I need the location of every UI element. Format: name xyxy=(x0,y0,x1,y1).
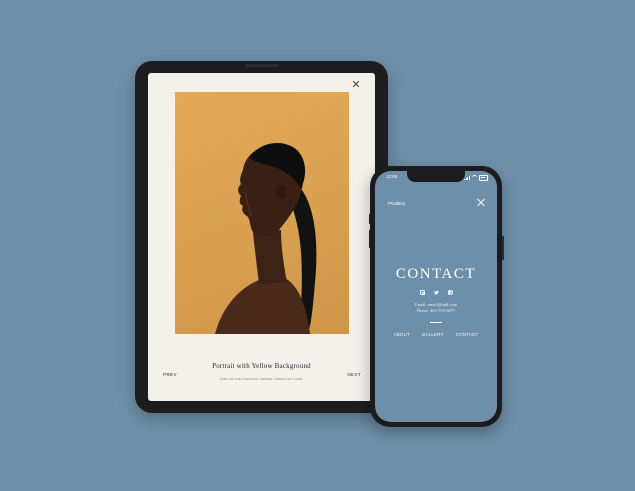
tablet-camera xyxy=(245,64,279,67)
contact-screen: 12:00 PGallery CONTACT Email: email@add.… xyxy=(375,171,497,422)
page-title: CONTACT xyxy=(395,266,477,282)
nav-menu: ABOUT GALLERY CONTACT xyxy=(375,332,497,337)
facebook-icon[interactable] xyxy=(447,290,453,295)
phone-device: 12:00 PGallery CONTACT Email: email@add.… xyxy=(368,166,504,427)
photo-title: Portrait with Yellow Background xyxy=(212,362,311,370)
menu-item-gallery[interactable]: GALLERY xyxy=(422,332,444,337)
brand-logo[interactable]: PGallery xyxy=(388,201,405,206)
wifi-icon xyxy=(472,175,477,180)
close-menu-icon[interactable] xyxy=(476,197,486,207)
close-icon[interactable]: ✕ xyxy=(349,78,363,92)
divider xyxy=(430,322,442,323)
contact-email: Email: email@add.com xyxy=(415,302,457,307)
portrait-photo xyxy=(175,92,349,334)
phone-notch xyxy=(407,171,465,182)
power-button xyxy=(502,236,504,260)
social-links xyxy=(375,290,497,296)
menu-item-about[interactable]: ABOUT xyxy=(394,332,410,337)
prev-button[interactable]: PREV xyxy=(163,372,177,377)
contact-phone: Phone: 465-555-6877 xyxy=(416,308,456,313)
next-button[interactable]: NEXT xyxy=(347,372,361,377)
volume-button xyxy=(368,214,370,224)
photo-subtitle: PART OF THE PORTRAIT SERIES. TAKEN JULY … xyxy=(219,377,304,381)
status-time: 12:00 xyxy=(386,174,398,179)
twitter-icon[interactable] xyxy=(433,290,439,295)
lightbox-screen: ✕ Portrait with Yellow Background PART O… xyxy=(148,73,375,401)
portrait-figure xyxy=(215,143,317,334)
signal-icon xyxy=(464,175,470,180)
volume-button-2 xyxy=(368,230,370,248)
menu-item-contact[interactable]: CONTACT xyxy=(456,332,479,337)
status-icons xyxy=(464,175,488,181)
instagram-icon[interactable] xyxy=(419,290,425,296)
tablet-device: ✕ Portrait with Yellow Background PART O… xyxy=(135,61,388,413)
battery-icon xyxy=(479,175,488,181)
